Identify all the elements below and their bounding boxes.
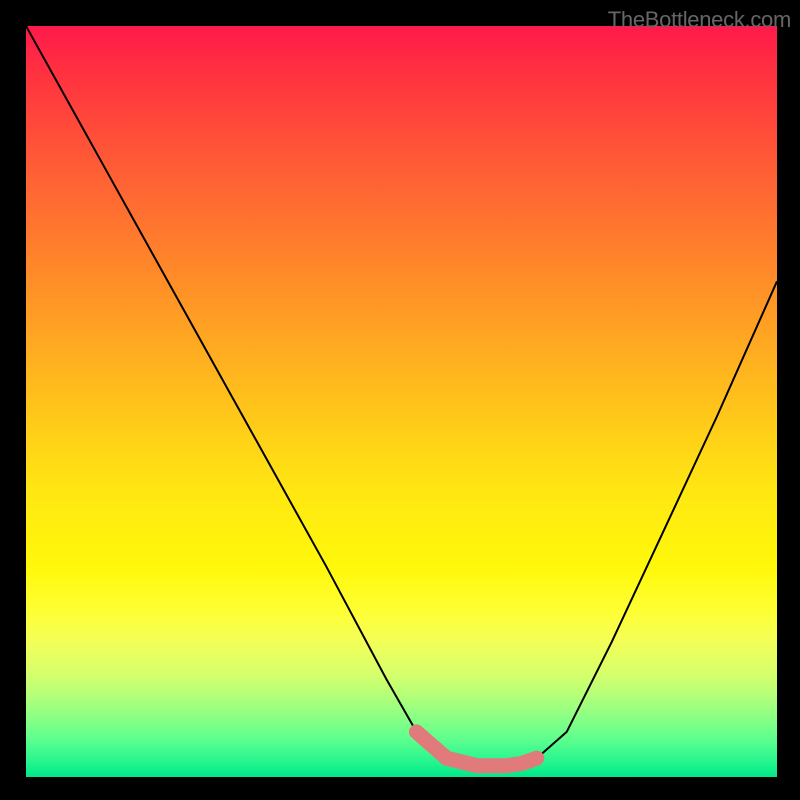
chart-plot-area — [26, 26, 777, 777]
watermark-text: TheBottleneck.com — [608, 7, 791, 33]
bottleneck-curve — [26, 26, 777, 766]
chart-container: TheBottleneck.com — [0, 0, 800, 800]
chart-svg — [26, 26, 777, 777]
highlight-dot — [530, 751, 544, 765]
highlight-band — [417, 732, 537, 766]
